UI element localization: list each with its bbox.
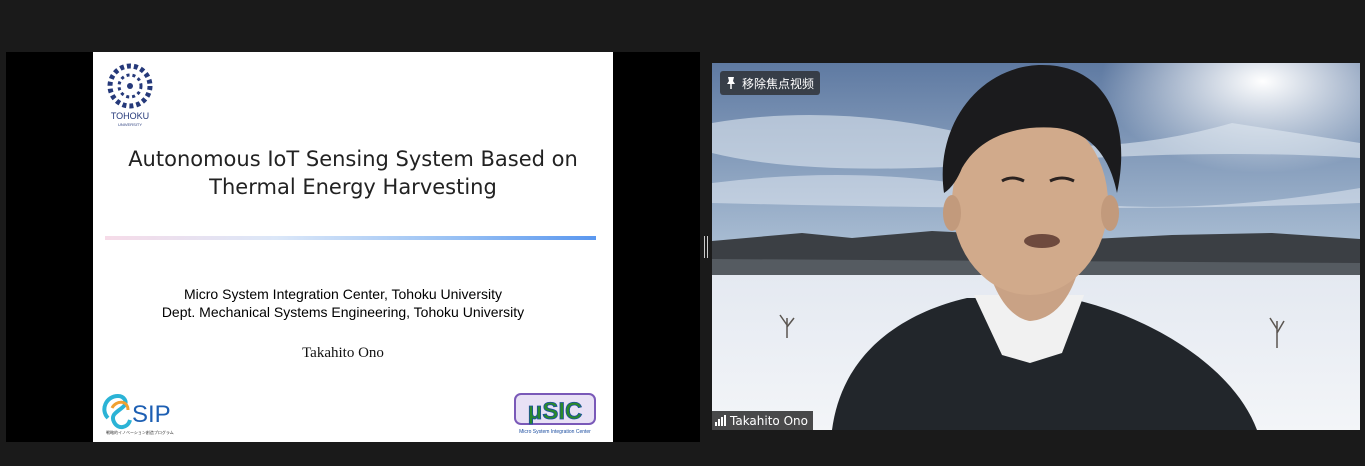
unpin-video-button[interactable]: 移除焦点视频 [720,71,821,95]
presentation-slide: TOHOKU UNIVERSITY Autonomous IoT Sensing… [93,52,613,442]
tohoku-university-logo: TOHOKU UNIVERSITY [107,63,153,127]
slide-title-line1: Autonomous IoT Sensing System Based on [128,147,578,171]
slide-divider [105,236,596,240]
svg-text:SIP: SIP [132,401,171,428]
panel-resize-handle[interactable] [704,236,708,258]
slide-title: Autonomous IoT Sensing System Based on T… [93,145,613,201]
svg-text:TOHOKU: TOHOKU [111,111,149,121]
pin-icon [727,77,735,89]
slide-title-line2: Thermal Energy Harvesting [209,175,497,199]
svg-text:UNIVERSITY: UNIVERSITY [118,122,142,127]
video-feed [712,63,1360,430]
sip-logo: SIP 戦略的イノベーション創造プログラム [102,393,174,435]
svg-text:μSIC: μSIC [528,398,583,425]
unpin-video-label: 移除焦点视频 [742,76,815,91]
usic-logo: μSIC Micro System Integration Center [514,393,596,435]
participant-name-tag: Takahito Ono [712,411,813,430]
affiliation-line1: Micro System Integration Center, Tohoku … [184,286,502,302]
participant-name: Takahito Ono [730,413,808,428]
slide-affiliation: Micro System Integration Center, Tohoku … [93,285,593,321]
affiliation-line2: Dept. Mechanical Systems Engineering, To… [161,304,525,320]
speaker-video[interactable]: 移除焦点视频 Takahito Ono [712,63,1360,430]
svg-text:Micro System Integration Cente: Micro System Integration Center [519,429,591,435]
svg-text:戦略的イノベーション創造プログラム: 戦略的イノベーション創造プログラム [106,429,174,435]
signal-strength-icon [715,415,726,426]
slide-author: Takahito Ono [302,345,384,361]
